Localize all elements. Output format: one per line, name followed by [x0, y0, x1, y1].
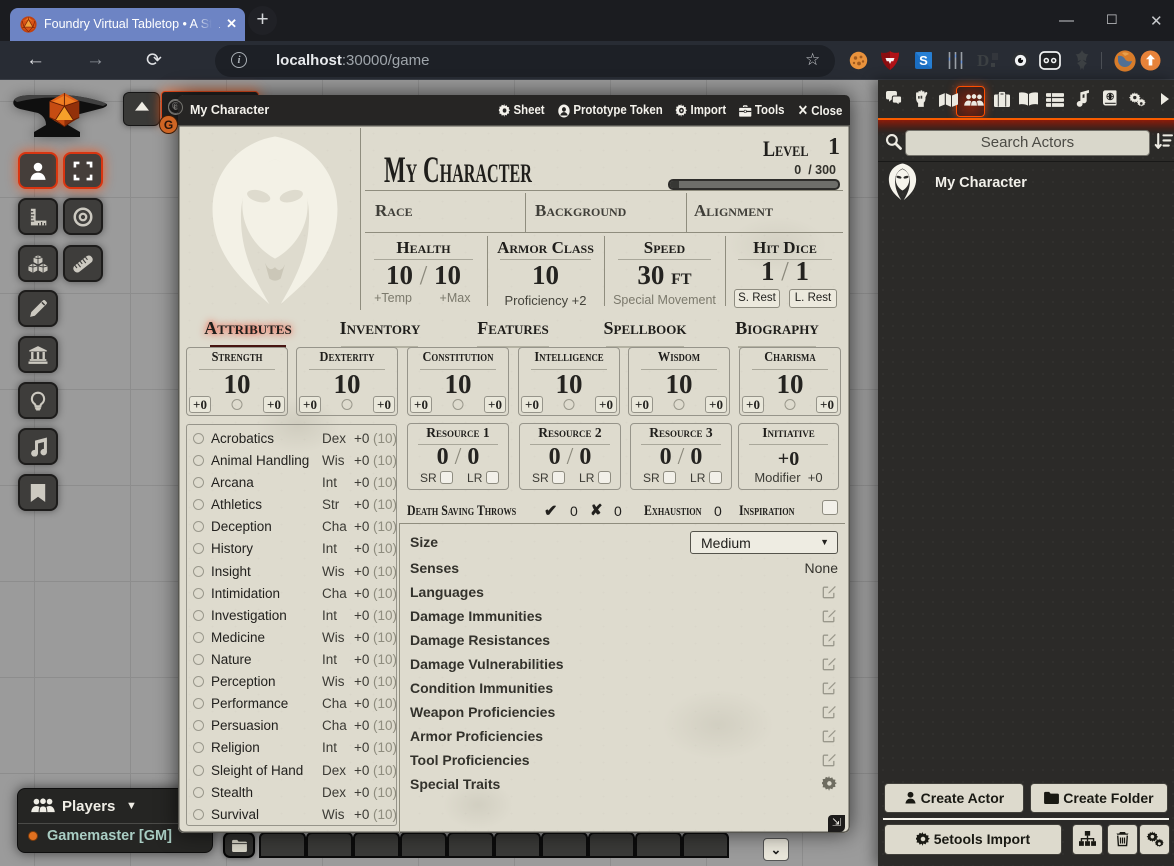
svg-text:S: S	[919, 53, 928, 68]
svg-text:D: D	[977, 51, 989, 70]
